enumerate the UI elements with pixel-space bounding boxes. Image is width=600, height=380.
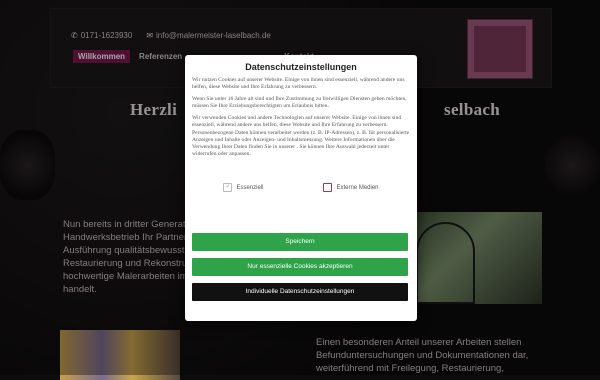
accept-essential-button[interactable]: Nur essenzielle Cookies akzeptieren xyxy=(192,258,408,276)
save-button[interactable]: Speichern xyxy=(192,233,408,251)
consent-checkboxes: ✓ Essenziell Externe Medien xyxy=(185,183,417,192)
consent-paragraph-3: Wir verwenden Cookies und andere Technol… xyxy=(192,115,410,158)
consent-paragraph-2: Wenn Sie unter 16 Jahre alt sind und Ihr… xyxy=(192,96,407,110)
individual-settings-button[interactable]: Individuelle Datenschutzeinstellungen xyxy=(192,283,408,301)
consent-title: Datenschutzeinstellungen xyxy=(245,62,357,72)
essential-check-icon: ✓ xyxy=(223,183,233,192)
essential-label: Essenziell xyxy=(236,184,264,191)
essential-checkbox[interactable]: ✓ Essenziell xyxy=(223,183,263,192)
cookie-consent-dialog: Datenschutzeinstellungen Wir nutzen Cook… xyxy=(185,55,417,321)
external-media-checkbox[interactable]: Externe Medien xyxy=(323,183,379,192)
external-media-label: Externe Medien xyxy=(336,184,379,191)
consent-paragraph-1: Wir nutzen Cookies auf unserer Website. … xyxy=(192,77,405,91)
external-media-box xyxy=(323,183,333,192)
